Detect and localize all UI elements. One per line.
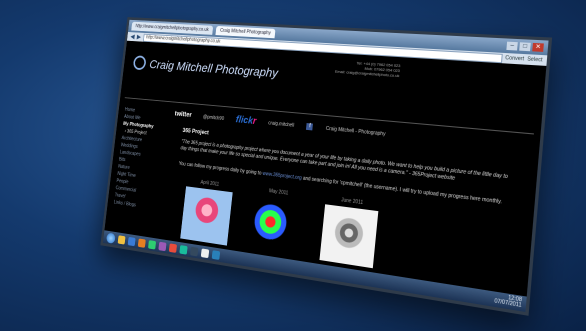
app-icon-2[interactable] xyxy=(168,242,178,253)
photo-month-label: April 2011 xyxy=(200,179,220,188)
photo-month-label: May 2011 xyxy=(268,188,289,197)
web-page: Tel: +44 (0) 7962 054 023 Mob: 07962 054… xyxy=(104,40,547,297)
app-icon-3[interactable] xyxy=(179,244,188,255)
photoshop-icon[interactable] xyxy=(158,241,167,251)
twitter-handle[interactable]: @pmitch90 xyxy=(203,114,225,122)
app-icon-4[interactable] xyxy=(190,246,199,256)
flower-photo[interactable] xyxy=(180,186,233,246)
site-logo[interactable]: Craig Mitchell Photography xyxy=(132,55,279,80)
app-icon-5[interactable] xyxy=(200,247,210,258)
photo-card-may[interactable]: May 2011 xyxy=(247,186,304,257)
close-button[interactable]: ✕ xyxy=(532,42,544,52)
desktop-photo: http://www.craigmitchellphotography.co.u… xyxy=(0,0,586,331)
minimize-button[interactable]: – xyxy=(506,41,518,51)
photo-card-april[interactable]: April 2011 xyxy=(180,178,233,246)
facebook-icon[interactable]: f xyxy=(306,123,314,131)
sidebar-nav: Home About Me My Photography › 365 Proje… xyxy=(113,106,171,213)
window-controls: – □ ✕ xyxy=(506,41,544,52)
skype-icon[interactable] xyxy=(211,249,221,260)
facebook-link[interactable]: Craig Mitchell - Photography xyxy=(326,125,386,137)
photo-month-label: June 2011 xyxy=(340,197,364,207)
logo-text: Craig Mitchell Photography xyxy=(148,56,279,80)
system-clock[interactable]: 12:08 07/07/2011 xyxy=(494,294,522,309)
back-arrow-icon[interactable]: ◀ xyxy=(130,33,135,40)
follow-text-a: You can follow my progress daily by goin… xyxy=(178,161,262,177)
forward-arrow-icon[interactable]: ▶ xyxy=(136,33,141,40)
365project-link[interactable]: www.365project.org xyxy=(262,171,302,181)
page-title: 365 Project xyxy=(182,128,209,137)
convert-button[interactable]: Convert xyxy=(505,55,524,62)
start-button-icon[interactable] xyxy=(106,232,116,244)
black-white-flower-photo[interactable] xyxy=(319,204,379,269)
contact-info: Tel: +44 (0) 7962 054 023 Mob: 07962 054… xyxy=(335,59,401,78)
monitor-screen: http://www.craigmitchellphotography.co.u… xyxy=(100,17,553,316)
maximize-button[interactable]: □ xyxy=(519,42,531,52)
flickr-logo-a: flick xyxy=(235,114,254,127)
explorer-icon[interactable] xyxy=(117,234,126,245)
photo-card-june[interactable]: June 2011 xyxy=(319,195,379,269)
logo-mark-icon xyxy=(132,55,147,71)
flickr-user[interactable]: craig.mitchell xyxy=(268,120,294,128)
flickr-logo-b: r xyxy=(252,116,257,127)
media-player-icon[interactable] xyxy=(137,238,146,248)
twitter-link[interactable]: twitter xyxy=(174,111,192,119)
flickr-link[interactable]: flickr xyxy=(235,115,257,127)
ie-icon[interactable] xyxy=(127,236,136,246)
app-icon[interactable] xyxy=(148,239,157,250)
light-painting-photo[interactable] xyxy=(247,194,304,257)
select-button[interactable]: Select xyxy=(527,56,543,63)
